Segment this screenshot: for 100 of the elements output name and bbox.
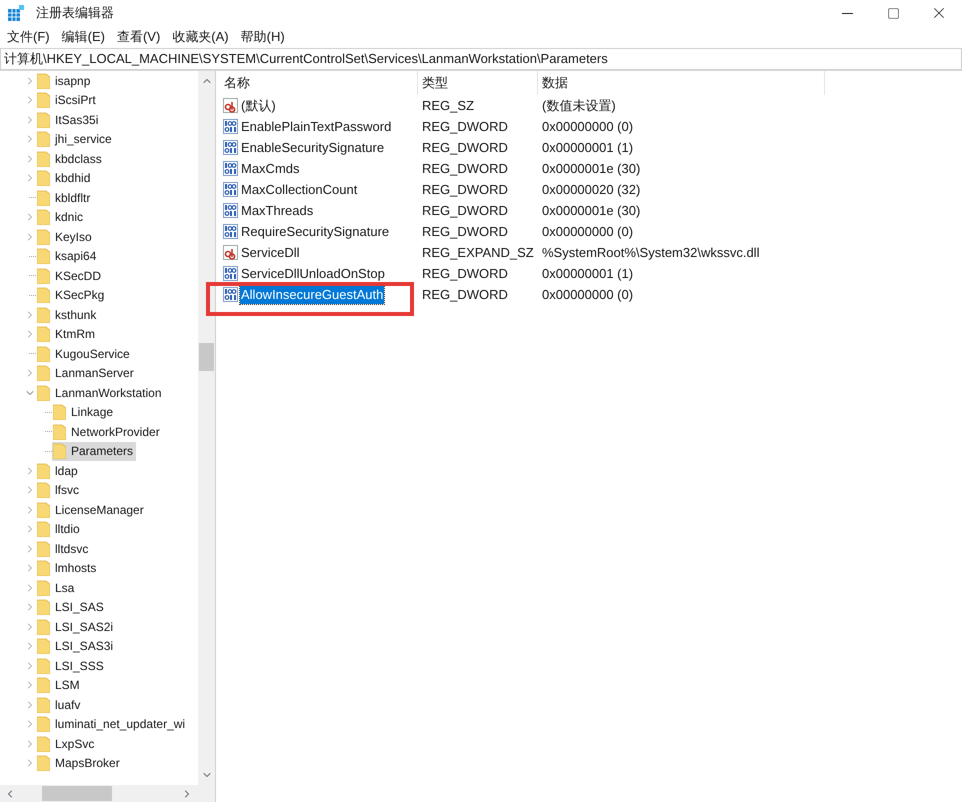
column-header[interactable]: 类型 (418, 71, 538, 95)
window-title: 注册表编辑器 (36, 4, 114, 22)
folder-icon (53, 443, 66, 460)
value-type: REG_SZ (421, 96, 476, 115)
binary-value-icon (223, 266, 238, 281)
folder-icon (37, 72, 50, 89)
folder-icon (37, 228, 50, 245)
minimize-icon (842, 12, 852, 14)
tree-item[interactable]: KugouService (36, 344, 133, 364)
string-value-icon (223, 245, 238, 260)
folder-icon (37, 618, 50, 635)
value-data: 0x00000001 (1) (541, 138, 634, 157)
binary-value-icon (223, 182, 238, 197)
menu-item[interactable]: 编辑(E) (56, 27, 111, 47)
tree-item[interactable]: ldap (36, 461, 81, 480)
tree-item[interactable]: NetworkProvider (52, 422, 163, 442)
folder-icon (37, 209, 50, 226)
tree-item[interactable]: LanmanWorkstation (36, 383, 164, 402)
tree-item[interactable]: isapnp (36, 71, 94, 90)
scrollbar-thumb[interactable] (42, 786, 112, 801)
value-name[interactable]: ServiceDll (240, 242, 301, 262)
tree-item[interactable]: Lsa (36, 578, 78, 598)
tree-item[interactable]: Parameters (52, 442, 136, 461)
binary-value-icon (223, 140, 238, 155)
tree-item[interactable]: KeyIso (36, 227, 95, 246)
folder-icon (37, 482, 50, 498)
maximize-icon (886, 6, 900, 20)
value-type: REG_DWORD (421, 118, 509, 136)
folder-icon (37, 346, 50, 362)
value-data: 0x00000020 (32) (541, 180, 642, 199)
value-type: REG_DWORD (421, 180, 509, 199)
value-name[interactable]: MaxThreads (240, 200, 314, 220)
binary-value-icon (223, 287, 238, 302)
tree-item[interactable]: KtmRm (36, 324, 98, 344)
folder-icon (37, 716, 50, 732)
value-name[interactable]: MaxCmds (240, 158, 301, 178)
tree-item[interactable]: lltdsvc (36, 539, 92, 558)
value-type: REG_DWORD (421, 138, 509, 157)
value-type: REG_DWORD (421, 264, 509, 283)
tree-item[interactable]: lfsvc (36, 480, 82, 500)
tree-item[interactable]: iScsiPrt (36, 90, 99, 110)
value-name[interactable]: EnablePlainTextPassword (240, 116, 392, 136)
tree-item[interactable]: jhi_service (36, 130, 115, 149)
tree-item[interactable]: LxpSvc (36, 734, 98, 754)
tree-item[interactable]: LSI_SAS3i (36, 636, 116, 656)
tree-item[interactable]: kbldfltr (36, 188, 94, 208)
tree-item[interactable]: Linkage (52, 402, 116, 422)
value-type: REG_DWORD (421, 202, 509, 220)
tree-item[interactable]: KSecDD (36, 266, 104, 286)
value-type: REG_DWORD (421, 286, 509, 304)
binary-value-icon (223, 161, 238, 176)
value-name[interactable]: (默认) (240, 96, 277, 116)
menu-item[interactable]: 查看(V) (110, 27, 166, 47)
menu-item[interactable]: 帮助(H) (234, 27, 291, 47)
tree-item[interactable]: kdnic (36, 208, 86, 227)
tree-item[interactable]: LSM (36, 676, 83, 695)
value-data: 0x00000000 (0) (541, 286, 634, 304)
tree-item[interactable]: luminati_net_updater_wi (36, 714, 188, 734)
tree-item[interactable]: kbdclass (36, 149, 105, 168)
value-data: 0x00000001 (1) (541, 264, 634, 283)
tree-item[interactable]: LanmanServer (36, 364, 137, 383)
tree-item[interactable]: ksapi64 (36, 246, 100, 266)
tree-item[interactable]: luafv (36, 695, 84, 714)
folder-icon (37, 306, 50, 323)
folder-icon (37, 462, 50, 479)
column-header[interactable]: 名称 (220, 71, 418, 95)
folder-icon (37, 599, 50, 616)
tree-item[interactable]: lmhosts (36, 558, 100, 578)
folder-icon (37, 384, 50, 401)
value-name[interactable]: ServiceDllUnloadOnStop (240, 264, 386, 284)
tree-item[interactable]: LSI_SAS (36, 598, 107, 617)
value-name[interactable]: RequireSecuritySignature (240, 222, 390, 242)
menu-item[interactable]: 文件(F) (1, 27, 56, 47)
value-type: REG_DWORD (421, 160, 509, 178)
value-data: %SystemRoot%\System32\wkssvc.dll (541, 244, 760, 262)
folder-icon (37, 326, 50, 342)
tree-item[interactable]: LSI_SSS (36, 656, 107, 676)
tree-item[interactable]: MapsBroker (36, 754, 123, 773)
value-data: 0x0000001e (30) (541, 202, 642, 220)
menu-item[interactable]: 收藏夹(A) (166, 27, 235, 47)
value-name[interactable]: EnableSecuritySignature (240, 138, 386, 158)
tree-item[interactable]: ksthunk (36, 305, 100, 324)
tree-item[interactable]: KSecPkg (36, 286, 108, 305)
column-header[interactable]: 数据 (538, 71, 825, 95)
tree-item[interactable]: lltdio (36, 520, 83, 539)
tree-item[interactable]: ItSas35i (36, 110, 102, 130)
address-bar[interactable]: 计算机\HKEY_LOCAL_MACHINE\SYSTEM\CurrentControlSet\Services\LanmanWorkstation\Parameters (0, 48, 962, 70)
value-data: 0x00000000 (0) (541, 118, 634, 136)
value-name[interactable]: MaxCollectionCount (240, 180, 358, 200)
folder-icon (37, 112, 50, 128)
value-data: (数值未设置) (541, 96, 617, 115)
folder-icon (37, 131, 50, 148)
scrollbar-thumb[interactable] (199, 343, 214, 371)
value-name[interactable]: AllowInsecureGuestAuth (240, 284, 384, 304)
folder-icon (37, 638, 50, 654)
tree-item[interactable]: kbdhid (36, 168, 94, 188)
tree-item[interactable]: LSI_SAS2i (36, 617, 116, 636)
folder-icon (37, 502, 50, 518)
tree-item[interactable]: LicenseManager (36, 500, 147, 520)
folder-icon (37, 696, 50, 713)
